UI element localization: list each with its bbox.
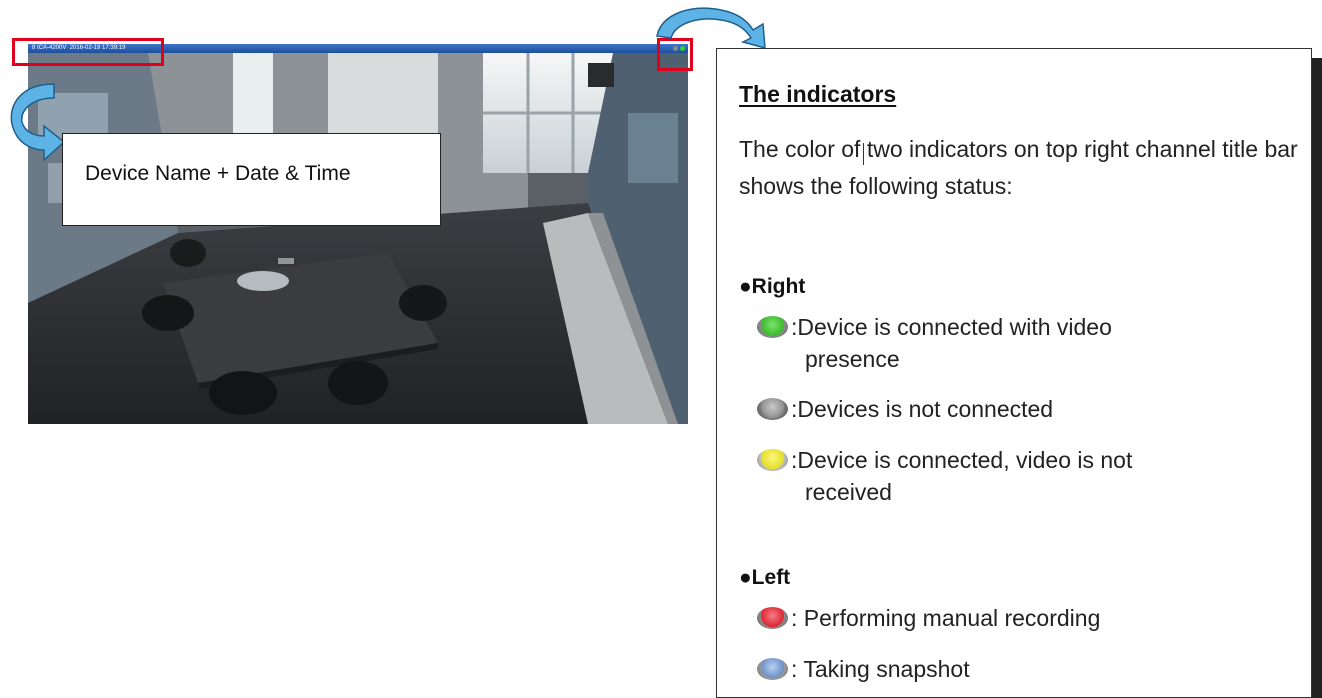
legend-item-yellow: :Device is connected, video is not recei… [757,444,1297,508]
text-cursor [863,143,864,165]
red-indicator-icon [757,607,788,629]
legend-text: :Devices is not connected [791,396,1054,422]
green-indicator-icon [757,316,788,338]
legend-text: : Taking snapshot [791,656,970,682]
legend-text: : Performing manual recording [791,605,1101,631]
device-name-callout: Device Name + Date & Time [62,133,441,226]
panel-description: The color of two indicators on top right… [739,136,1298,199]
legend-text: :Device is connected, video is not [791,447,1133,473]
left-section-label: ●Left [739,566,791,589]
legend-text-continued: presence [805,346,900,372]
yellow-indicator-icon [757,449,788,471]
legend-item-red: : Performing manual recording [757,602,1297,634]
title-highlight-box [12,38,164,66]
camera-view[interactable]: 8 ICA-4200V 2016-02-19 17:39:19 [28,44,688,424]
right-section-label: ●Right [739,275,806,298]
legend-item-blue: : Taking snapshot [757,653,1297,685]
conference-room-video-frame [28,53,688,424]
blue-indicator-icon [757,658,788,680]
legend-text-continued: received [805,479,892,505]
legend-text: :Device is connected with video [791,314,1112,340]
panel-title: The indicators [739,81,897,107]
indicators-info-panel: The indicators The color of two indicato… [716,48,1312,698]
grey-indicator-icon [757,398,788,420]
curved-arrow-down-icon [10,83,66,162]
legend-item-green: :Device is connected with video presence [757,311,1297,375]
callout-label: Device Name + Date & Time [85,162,351,185]
curved-arrow-right-icon [656,7,766,50]
legend-item-grey: :Devices is not connected [757,393,1297,425]
